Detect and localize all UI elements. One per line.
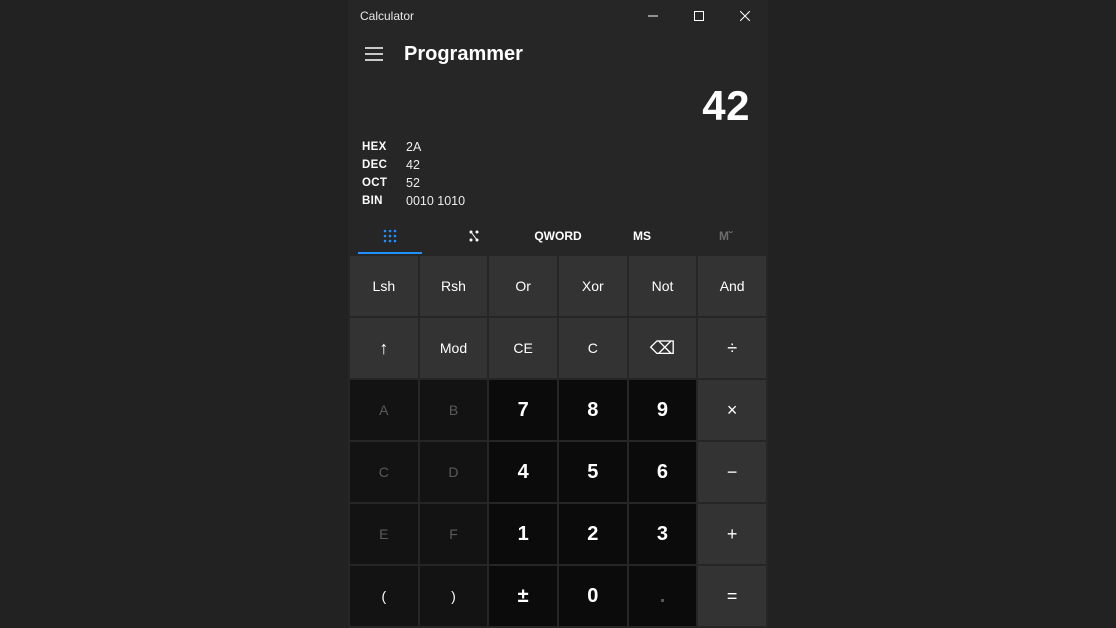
key-clear[interactable]: C [559, 318, 627, 378]
tab-keypad[interactable] [348, 218, 432, 254]
key-plus-minus[interactable]: ± [489, 566, 557, 626]
function-bar: QWORD MS M˘ [348, 218, 768, 254]
key-multiply[interactable]: × [698, 380, 766, 440]
keypad-icon [382, 228, 398, 244]
key-1[interactable]: 1 [489, 504, 557, 564]
result-display: 42 [348, 74, 768, 136]
menu-button[interactable] [360, 40, 388, 68]
key-4[interactable]: 4 [489, 442, 557, 502]
close-button[interactable] [722, 0, 768, 32]
close-icon [740, 11, 750, 21]
key-equals[interactable]: = [698, 566, 766, 626]
title-bar: Calculator [348, 0, 768, 32]
key-decimal[interactable]: . [629, 566, 697, 626]
radix-label-dec: DEC [362, 159, 392, 171]
key-or[interactable]: Or [489, 256, 557, 316]
key-backspace[interactable]: ⌫ [629, 318, 697, 378]
radix-value-bin: 0010 1010 [406, 194, 465, 208]
radix-row-bin[interactable]: BIN 0010 1010 [362, 192, 754, 210]
backspace-icon: ⌫ [650, 339, 675, 357]
divide-icon: ÷ [727, 339, 737, 357]
maximize-button[interactable] [676, 0, 722, 32]
key-e[interactable]: E [350, 504, 418, 564]
key-add[interactable]: + [698, 504, 766, 564]
up-arrow-icon: ↑ [379, 339, 388, 357]
key-up-arrow[interactable]: ↑ [350, 318, 418, 378]
minimize-icon [648, 11, 658, 21]
key-0[interactable]: 0 [559, 566, 627, 626]
key-and[interactable]: And [698, 256, 766, 316]
tab-word-size[interactable]: QWORD [516, 218, 600, 254]
key-9[interactable]: 9 [629, 380, 697, 440]
key-rsh[interactable]: Rsh [420, 256, 488, 316]
key-mod[interactable]: Mod [420, 318, 488, 378]
key-xor[interactable]: Xor [559, 256, 627, 316]
key-rparen[interactable]: ) [420, 566, 488, 626]
radix-row-oct[interactable]: OCT 52 [362, 174, 754, 192]
plus-icon: + [727, 525, 738, 543]
key-lparen[interactable]: ( [350, 566, 418, 626]
key-7[interactable]: 7 [489, 380, 557, 440]
window-controls [630, 0, 768, 32]
radix-value-hex: 2A [406, 140, 421, 154]
key-8[interactable]: 8 [559, 380, 627, 440]
radix-row-hex[interactable]: HEX 2A [362, 138, 754, 156]
memory-store-button[interactable]: MS [600, 218, 684, 254]
keypad: Lsh Rsh Or Xor Not And ↑ Mod CE C ⌫ ÷ A … [348, 254, 768, 628]
mode-title: Programmer [404, 43, 523, 66]
radix-label-oct: OCT [362, 177, 392, 189]
hamburger-icon [365, 47, 383, 61]
key-lsh[interactable]: Lsh [350, 256, 418, 316]
key-c-hex[interactable]: C [350, 442, 418, 502]
tab-bit-toggle[interactable] [432, 218, 516, 254]
radix-value-dec: 42 [406, 158, 420, 172]
key-3[interactable]: 3 [629, 504, 697, 564]
minimize-button[interactable] [630, 0, 676, 32]
equals-icon: = [727, 587, 738, 605]
key-b[interactable]: B [420, 380, 488, 440]
radix-label-hex: HEX [362, 141, 392, 153]
key-not[interactable]: Not [629, 256, 697, 316]
header: Programmer [348, 32, 768, 74]
radix-block: HEX 2A DEC 42 OCT 52 BIN 0010 1010 [348, 136, 768, 218]
key-6[interactable]: 6 [629, 442, 697, 502]
memory-dropdown[interactable]: M˘ [684, 218, 768, 254]
window-title: Calculator [360, 9, 414, 23]
maximize-icon [694, 11, 704, 21]
key-2[interactable]: 2 [559, 504, 627, 564]
radix-label-bin: BIN [362, 195, 392, 207]
calculator-window: Calculator Programmer 42 HEX [348, 0, 768, 628]
key-5[interactable]: 5 [559, 442, 627, 502]
key-divide[interactable]: ÷ [698, 318, 766, 378]
radix-row-dec[interactable]: DEC 42 [362, 156, 754, 174]
minus-icon: − [727, 463, 738, 481]
radix-value-oct: 52 [406, 176, 420, 190]
key-d[interactable]: D [420, 442, 488, 502]
key-subtract[interactable]: − [698, 442, 766, 502]
key-a[interactable]: A [350, 380, 418, 440]
key-ce[interactable]: CE [489, 318, 557, 378]
multiply-icon: × [727, 401, 738, 419]
bit-toggle-icon [466, 228, 482, 244]
key-f[interactable]: F [420, 504, 488, 564]
